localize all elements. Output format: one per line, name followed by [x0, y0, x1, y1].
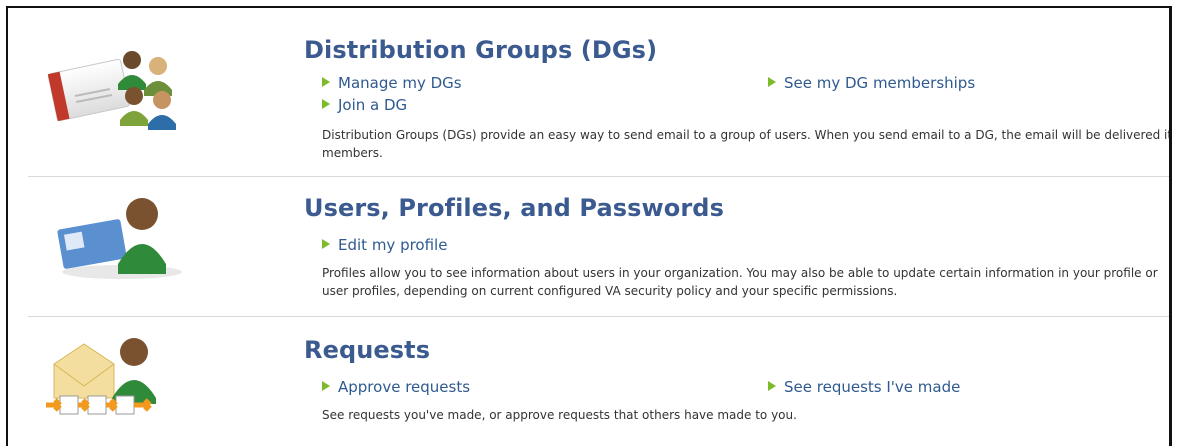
requests-icon — [30, 334, 190, 424]
section-title: Users, Profiles, and Passwords — [304, 194, 724, 222]
section-title: Requests — [304, 336, 431, 364]
section-description: Distribution Groups (DGs) provide an eas… — [322, 128, 1172, 160]
edit-my-profile-link[interactable]: Edit my profile — [322, 236, 447, 254]
section-distribution-groups: Distribution Groups (DGs) — [304, 36, 1164, 64]
section-requests: Requests — [304, 336, 1164, 364]
distribution-groups-icon — [30, 44, 190, 134]
join-a-dg-link[interactable]: Join a DG — [322, 96, 407, 114]
user-profile-icon — [30, 192, 190, 282]
arrow-right-icon — [322, 381, 330, 391]
section-title: Distribution Groups (DGs) — [304, 36, 658, 64]
arrow-right-icon — [322, 77, 330, 87]
section-description: Profiles allow you to see information ab… — [322, 266, 1158, 298]
approve-requests-link[interactable]: Approve requests — [322, 378, 470, 396]
see-requests-made-link[interactable]: See requests I've made — [768, 378, 960, 396]
section-divider — [28, 176, 1169, 177]
section-description: See requests you've made, or approve req… — [322, 408, 797, 422]
arrow-right-icon — [768, 381, 776, 391]
manage-my-dgs-link[interactable]: Manage my DGs — [322, 74, 462, 92]
arrow-right-icon — [322, 99, 330, 109]
see-dg-memberships-link[interactable]: See my DG memberships — [768, 74, 975, 92]
section-users-profiles: Users, Profiles, and Passwords — [304, 194, 1164, 222]
arrow-right-icon — [322, 239, 330, 249]
page-frame: Distribution Groups (DGs) Manage my DGs … — [6, 6, 1172, 446]
arrow-right-icon — [768, 77, 776, 87]
section-divider — [28, 316, 1169, 317]
